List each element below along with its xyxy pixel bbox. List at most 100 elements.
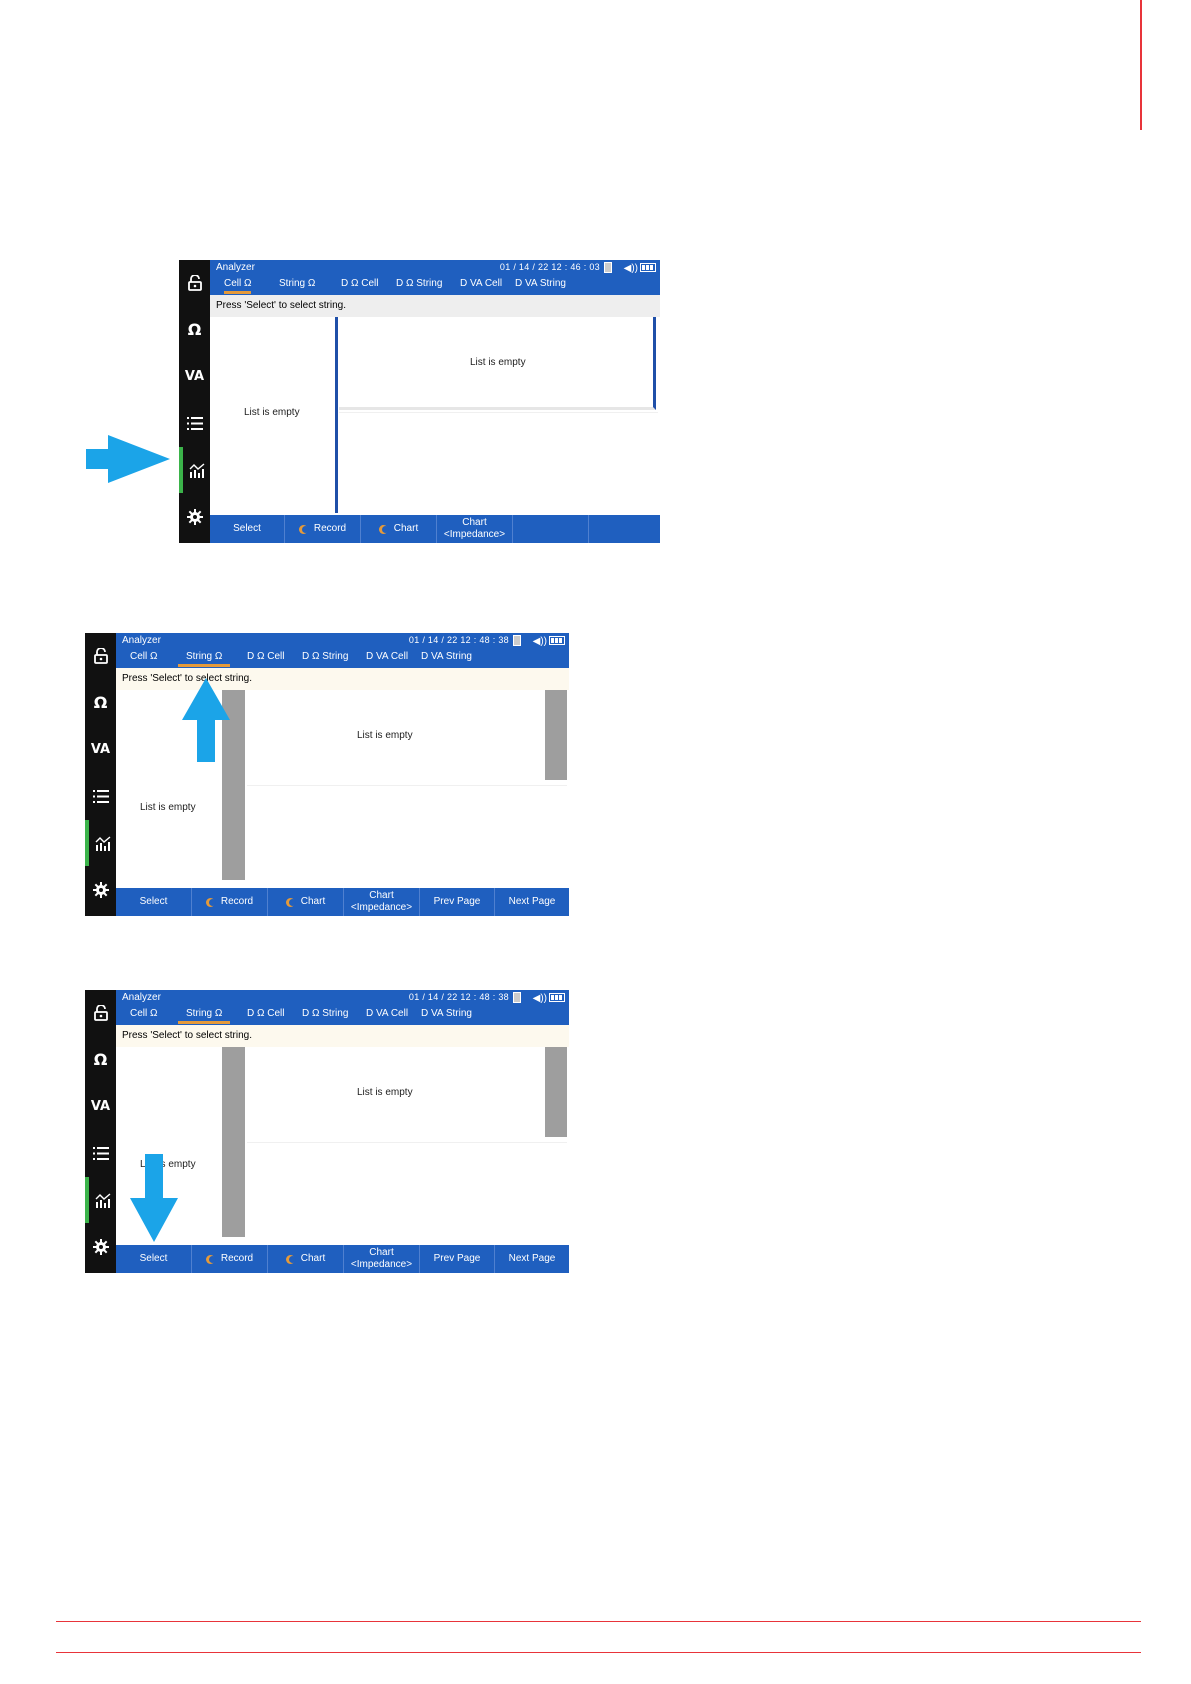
gear-icon[interactable]: [85, 1224, 116, 1270]
chart-panel: [247, 1142, 567, 1243]
title-bar: Analyzer 01 / 14 / 22 12 : 48 : 38 ◀)): [116, 990, 569, 1005]
arrow-up-icon: [182, 678, 230, 762]
tab-d-va-string[interactable]: D VA String: [421, 651, 472, 662]
footer-rule-bottom: [56, 1652, 1141, 1653]
chart-panel: [339, 412, 658, 513]
tab-d-ohm-cell[interactable]: D Ω Cell: [341, 278, 378, 289]
va-icon[interactable]: VA: [85, 1083, 116, 1129]
list-icon[interactable]: [179, 400, 210, 446]
va-icon[interactable]: VA: [179, 353, 210, 399]
record-button[interactable]: Record: [285, 515, 361, 543]
tab-cell-ohm[interactable]: Cell Ω: [130, 1008, 157, 1019]
next-page-label: Next Page: [508, 896, 556, 907]
right-list-empty: List is empty: [357, 730, 413, 741]
ohm-icon[interactable]: Ω: [85, 1036, 116, 1082]
right-list-panel: List is empty: [339, 317, 656, 410]
toggle-icon: [205, 897, 216, 907]
chart-impedance-label: Chart <Impedance>: [443, 517, 506, 540]
gear-icon[interactable]: [85, 867, 116, 913]
chart-impedance-label: Chart <Impedance>: [350, 1247, 413, 1270]
tab-string-ohm[interactable]: String Ω: [178, 651, 231, 667]
app-title: Analyzer: [122, 992, 161, 1003]
select-button[interactable]: Select: [116, 888, 192, 916]
left-scrollbar[interactable]: [222, 1047, 245, 1237]
next-page-button[interactable]: Next Page: [495, 1245, 569, 1273]
chart-button[interactable]: Chart: [361, 515, 437, 543]
prev-page-button[interactable]: Prev Page: [420, 888, 495, 916]
device-screen-2: Ω VA Analyzer 01 / 14 / 22 12 : 48 : 38 …: [85, 633, 569, 916]
lock-icon[interactable]: [85, 990, 116, 1036]
toggle-icon: [298, 524, 309, 534]
chart-button[interactable]: Chart: [268, 1245, 344, 1273]
softkey-bar: Select Record Chart Chart <Impedance>: [210, 515, 660, 543]
lock-icon[interactable]: [179, 260, 210, 306]
tab-d-ohm-string[interactable]: D Ω String: [302, 651, 348, 662]
right-scrollbar[interactable]: [545, 690, 567, 780]
tab-cell-ohm[interactable]: Cell Ω: [224, 278, 252, 294]
select-button-label: Select: [233, 523, 261, 534]
analyzer-screen: Analyzer 01 / 14 / 22 12 : 46 : 03 ◀)) C…: [210, 260, 660, 543]
lock-icon[interactable]: [85, 633, 116, 679]
prev-page-button[interactable]: Prev Page: [420, 1245, 495, 1273]
page-margin-marker: [1140, 0, 1142, 130]
tab-string-ohm[interactable]: String Ω: [178, 1008, 231, 1024]
record-button[interactable]: Record: [192, 888, 268, 916]
instruction-text: Press 'Select' to select string.: [116, 1025, 569, 1047]
softkey-5[interactable]: [513, 515, 589, 543]
title-bar: Analyzer 01 / 14 / 22 12 : 48 : 38 ◀)): [116, 633, 569, 648]
ohm-icon[interactable]: Ω: [85, 679, 116, 725]
sidebar: Ω VA: [179, 260, 210, 543]
softkey-bar: Select Record Chart Chart <Impedance> Pr…: [116, 888, 569, 916]
chart-icon[interactable]: [85, 1177, 116, 1223]
prev-page-label: Prev Page: [433, 1253, 481, 1264]
record-button[interactable]: Record: [192, 1245, 268, 1273]
speaker-icon: ◀)): [623, 263, 638, 274]
softkey-6[interactable]: [589, 515, 664, 543]
next-page-button[interactable]: Next Page: [495, 888, 569, 916]
arrow-down-icon: [130, 1154, 178, 1242]
chart-button-label: Chart: [300, 896, 326, 907]
prev-page-label: Prev Page: [433, 896, 481, 907]
tab-d-ohm-string[interactable]: D Ω String: [396, 278, 442, 289]
toggle-icon: [285, 897, 296, 907]
record-button-label: Record: [313, 523, 347, 534]
tab-d-va-string[interactable]: D VA String: [421, 1008, 472, 1019]
next-page-label: Next Page: [508, 1253, 556, 1264]
battery-icon: [549, 993, 565, 1002]
left-list-panel: List is empty: [210, 317, 338, 513]
chart-icon[interactable]: [85, 820, 116, 866]
select-button[interactable]: Select: [116, 1245, 192, 1273]
chart-button-label: Chart: [393, 523, 419, 534]
tab-d-va-string[interactable]: D VA String: [515, 278, 566, 289]
datetime: 01 / 14 / 22 12 : 48 : 38: [408, 992, 509, 1002]
tab-d-va-cell[interactable]: D VA Cell: [366, 651, 408, 662]
chart-impedance-button[interactable]: Chart <Impedance>: [344, 888, 420, 916]
right-scrollbar[interactable]: [545, 1047, 567, 1137]
gear-icon[interactable]: [179, 494, 210, 540]
toggle-icon: [285, 1254, 296, 1264]
ohm-icon[interactable]: Ω: [179, 306, 210, 352]
tab-d-va-cell[interactable]: D VA Cell: [460, 278, 502, 289]
chart-impedance-label: Chart <Impedance>: [350, 890, 413, 913]
record-button-label: Record: [220, 1253, 254, 1264]
tab-d-ohm-cell[interactable]: D Ω Cell: [247, 1008, 284, 1019]
tab-d-ohm-string[interactable]: D Ω String: [302, 1008, 348, 1019]
arrow-right-icon: [86, 435, 170, 483]
chart-button-label: Chart: [300, 1253, 326, 1264]
tab-d-va-cell[interactable]: D VA Cell: [366, 1008, 408, 1019]
softkey-bar: Select Record Chart Chart <Impedance> Pr…: [116, 1245, 569, 1273]
va-icon[interactable]: VA: [85, 726, 116, 772]
toggle-icon: [205, 1254, 216, 1264]
chart-impedance-button[interactable]: Chart <Impedance>: [344, 1245, 420, 1273]
tab-string-ohm[interactable]: String Ω: [279, 278, 315, 289]
right-list-empty: List is empty: [470, 357, 526, 368]
list-icon[interactable]: [85, 773, 116, 819]
tab-d-ohm-cell[interactable]: D Ω Cell: [247, 651, 284, 662]
select-button[interactable]: Select: [210, 515, 285, 543]
tab-cell-ohm[interactable]: Cell Ω: [130, 651, 157, 662]
tab-bar: Cell Ω String Ω D Ω Cell D Ω String D VA…: [116, 648, 569, 668]
chart-button[interactable]: Chart: [268, 888, 344, 916]
chart-impedance-button[interactable]: Chart <Impedance>: [437, 515, 513, 543]
list-icon[interactable]: [85, 1130, 116, 1176]
chart-icon[interactable]: [179, 447, 210, 493]
